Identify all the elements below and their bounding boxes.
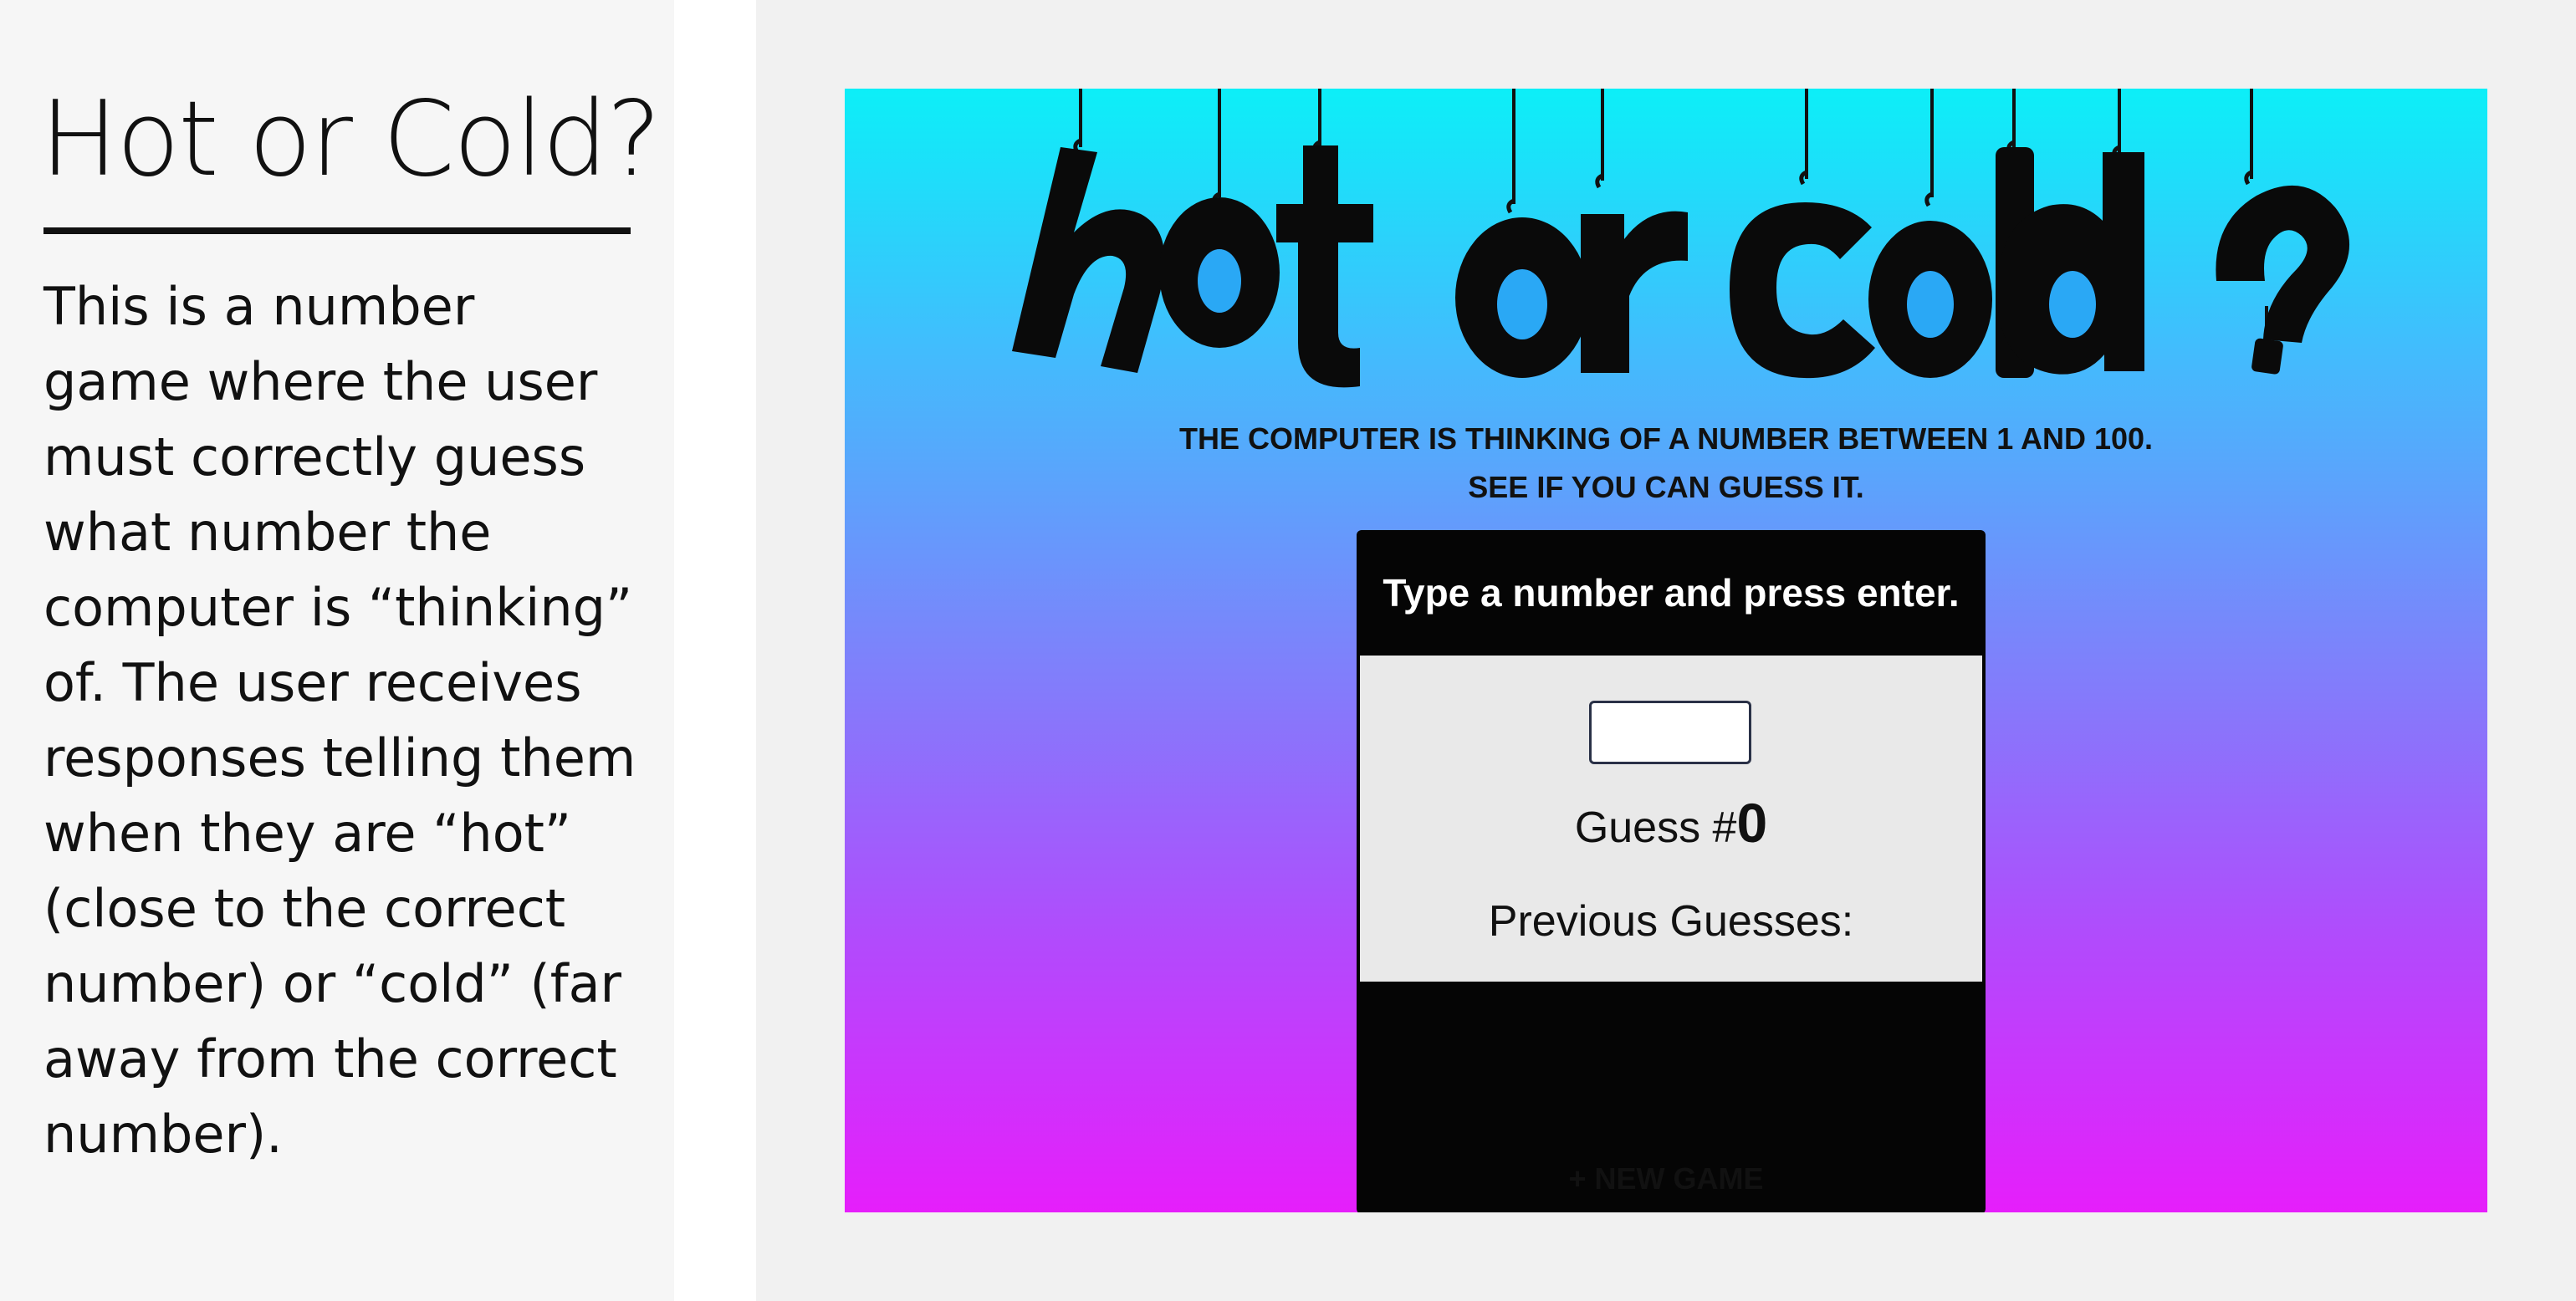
instructions: THE COMPUTER IS THINKING OF A NUMBER BET… bbox=[845, 415, 2487, 512]
instructions-line-1: THE COMPUTER IS THINKING OF A NUMBER BET… bbox=[1178, 421, 2154, 456]
guess-form: Guess #0 Previous Guesses: bbox=[1360, 656, 1982, 982]
panel-gutter bbox=[674, 0, 756, 1301]
title-divider bbox=[43, 227, 631, 234]
page: Hot or Cold? This is a number game where… bbox=[0, 0, 2576, 1301]
game-box: Type a number and press enter. Guess #0 … bbox=[1357, 530, 1986, 1212]
description-panel: Hot or Cold? This is a number game where… bbox=[0, 0, 674, 1301]
guess-counter-value: 0 bbox=[1736, 792, 1768, 854]
guess-input[interactable] bbox=[1589, 701, 1751, 764]
previous-guesses-label: Previous Guesses: bbox=[1488, 897, 1854, 946]
page-title: Hot or Cold? bbox=[40, 79, 662, 200]
feedback-message: Type a number and press enter. bbox=[1383, 571, 1960, 615]
game-screenshot: THE COMPUTER IS THINKING OF A NUMBER BET… bbox=[845, 89, 2487, 1212]
instructions-line-2: SEE IF YOU CAN GUESS IT. bbox=[1468, 470, 1864, 504]
project-description: This is a number game where the user mus… bbox=[43, 276, 636, 1165]
new-game-button[interactable]: + NEW GAME bbox=[845, 1156, 2487, 1202]
guess-counter: Guess #0 bbox=[1360, 789, 1982, 861]
hanging-letters-logo bbox=[1012, 89, 2350, 388]
guess-counter-label: Guess # bbox=[1574, 804, 1737, 852]
logo-hooks bbox=[1073, 138, 2253, 214]
preview-panel: THE COMPUTER IS THINKING OF A NUMBER BET… bbox=[756, 0, 2576, 1301]
